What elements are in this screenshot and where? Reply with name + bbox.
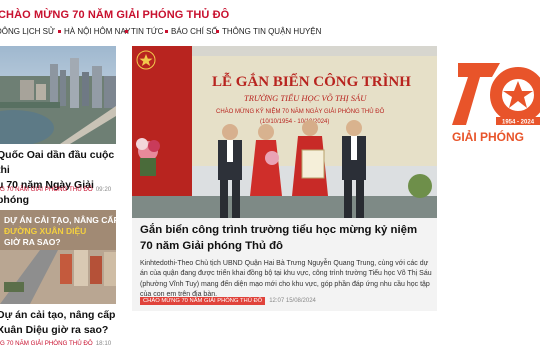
category-link[interactable]: G 70 NĂM GIẢI PHÓNG THỦ ĐÔ — [0, 340, 93, 347]
category-badge[interactable]: CHÀO MỪNG 70 NĂM GIẢI PHÓNG THỦ ĐÔ — [140, 297, 266, 305]
nav-item-ha-noi-hom-nay[interactable]: HÀ NỘI HÔM NAY — [58, 27, 131, 36]
featured-meta: CHÀO MỪNG 70 NĂM GIẢI PHÓNG THỦ ĐÔ 12:07… — [140, 297, 316, 305]
svg-text:ĐƯỜNG XUÂN DIỆU: ĐƯỜNG XUÂN DIỆU — [4, 225, 86, 236]
article-time: 18:10 — [95, 340, 112, 347]
article-title-line: Dự án cải tạo, nâng cấp — [0, 309, 116, 321]
featured-article-card[interactable]: LỄ GẮN BIỂN CÔNG TRÌNH TRƯỜNG TIỂU HỌC V… — [132, 46, 437, 311]
bullet-icon — [125, 30, 128, 33]
featured-summary: Kinhtedothi-Theo Chủ tịch UBND Quận Hai … — [140, 260, 432, 299]
article-thumbnail[interactable] — [0, 46, 116, 144]
nav-item-label: THÔNG TIN QUẬN HUYỆN — [222, 27, 322, 36]
article-title-line: u 70 năm Ngày Giải phóng — [0, 179, 94, 206]
nav-item-label: HÀ NỘI HÔM NAY — [64, 27, 131, 36]
article-time: 09:20 — [95, 186, 112, 193]
article-title-line: Xuân Diệu giờ ra sao? — [0, 324, 109, 336]
article-title-line: Quốc Oai dần đầu cuộc thi — [0, 149, 115, 176]
article-title[interactable]: Dự án cải tạo, nâng cấp Xuân Diệu giờ ra… — [0, 308, 119, 338]
nav-item-label: TIN TỨC — [131, 27, 164, 36]
article-thumbnail[interactable]: DỰ ÁN CẢI TẠO, NÂNG CẤP ĐƯỜNG XUÂN DIỆU … — [0, 210, 116, 304]
anniversary-logo[interactable]: 1954 - 2024 GIẢI PHÓNG — [452, 55, 540, 145]
photo-banner-line2: TRƯỜNG TIỂU HỌC VÕ THỊ SÁU — [244, 93, 367, 103]
nav-item-lich-su[interactable]: ĐÔNG LỊCH SỬ — [0, 27, 55, 36]
nav-item-bao-chi-so[interactable]: BÁO CHÍ SỐ — [165, 27, 218, 36]
bullet-icon — [165, 30, 168, 33]
nav-item-thong-tin-quan-huyen[interactable]: THÔNG TIN QUẬN HUYỆN — [216, 27, 321, 36]
logo-years: 1954 - 2024 — [502, 120, 535, 126]
article-meta: G 70 NĂM GIẢI PHÓNG THỦ ĐÔ 18:10 — [0, 340, 111, 347]
article-title[interactable]: Quốc Oai dần đầu cuộc thi u 70 năm Ngày … — [0, 148, 119, 208]
section-nav: ĐÔNG LỊCH SỬ HÀ NỘI HÔM NAY TIN TỨC BÁO … — [0, 27, 321, 41]
category-link[interactable]: G 70 NĂM GIẢI PHÓNG THỦ ĐÔ — [0, 186, 93, 193]
svg-text:GIỜ RA SAO?: GIỜ RA SAO? — [4, 236, 61, 247]
featured-title[interactable]: Gắn biển công trình trường tiểu học mừng… — [140, 222, 430, 254]
bullet-icon — [58, 30, 61, 33]
photo-banner-line1: LỄ GẮN BIỂN CÔNG TRÌNH — [212, 72, 411, 90]
article-meta: G 70 NĂM GIẢI PHÓNG THỦ ĐÔ 09:20 — [0, 186, 111, 193]
nav-item-tin-tuc[interactable]: TIN TỨC — [125, 27, 163, 36]
logo-caption: GIẢI PHÓNG — [452, 129, 524, 144]
bullet-icon — [216, 30, 219, 33]
nav-item-label: BÁO CHÍ SỐ — [171, 27, 218, 36]
section-title[interactable]: CHÀO MỪNG 70 NĂM GIẢI PHÓNG THỦ ĐÔ — [0, 9, 229, 21]
nav-item-label: ĐÔNG LỊCH SỬ — [0, 27, 55, 36]
featured-photo[interactable]: LỄ GẮN BIỂN CÔNG TRÌNH TRƯỜNG TIỂU HỌC V… — [132, 46, 437, 218]
featured-time: 12:07 15/08/2024 — [269, 298, 316, 304]
page-header: CHÀO MỪNG 70 NĂM GIẢI PHÓNG THỦ ĐÔ — [0, 0, 540, 26]
photo-banner-line4: (10/10/1954 - 10/10/2024) — [260, 119, 329, 125]
photo-banner-line3: CHÀO MỪNG KỶ NIỆM 70 NĂM NGÀY GIẢI PHÓNG… — [216, 107, 385, 115]
svg-text:DỰ ÁN CẢI TẠO, NÂNG CẤP: DỰ ÁN CẢI TẠO, NÂNG CẤP — [4, 214, 116, 225]
